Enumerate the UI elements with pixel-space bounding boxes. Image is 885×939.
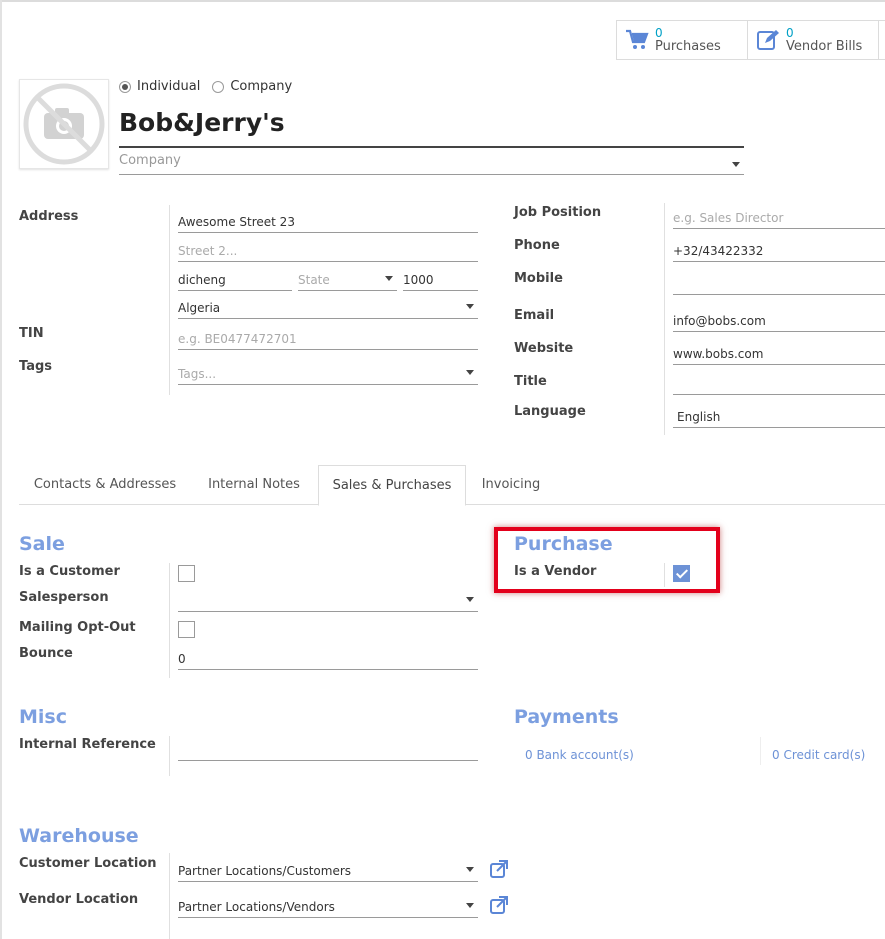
warehouse-group-divider (169, 853, 170, 939)
mailing-opt-out-label: Mailing Opt-Out (19, 620, 136, 635)
purchases-button[interactable]: 0 Purchases (616, 20, 748, 60)
tin-label: TIN (19, 326, 44, 341)
street-input[interactable]: Awesome Street 23 (178, 209, 478, 233)
title-label: Title (514, 374, 547, 389)
edit-bill-icon (757, 30, 779, 50)
customer-location-select[interactable]: Partner Locations/Customers (178, 858, 478, 882)
left-group-divider (169, 205, 170, 395)
company-radio[interactable]: Company (212, 79, 292, 94)
state-select[interactable]: State (298, 267, 397, 291)
language-select[interactable]: English (673, 404, 885, 428)
no-image-camera-icon (23, 83, 105, 165)
mobile-input[interactable] (673, 271, 885, 295)
salesperson-label: Salesperson (19, 590, 109, 605)
tin-input[interactable]: e.g. BE0477472701 (178, 326, 478, 350)
company-placeholder: Company (119, 153, 181, 168)
warehouse-section-title: Warehouse (19, 825, 139, 847)
email-input[interactable]: info@bobs.com (673, 308, 885, 332)
customer-location-value: Partner Locations/Customers (178, 864, 352, 878)
internal-reference-input[interactable] (178, 737, 478, 761)
credit-cards-link[interactable]: 0 Credit card(s) (772, 748, 865, 762)
vendor-bills-count: 0 (786, 26, 794, 40)
company-radio-dot[interactable] (212, 80, 225, 93)
sale-section-title: Sale (19, 533, 65, 555)
individual-label: Individual (137, 79, 201, 94)
title-select[interactable] (673, 371, 885, 395)
chevron-down-icon (466, 867, 474, 872)
chevron-down-icon (466, 903, 474, 908)
tags-select[interactable]: Tags... (178, 361, 478, 385)
vendor-location-select[interactable]: Partner Locations/Vendors (178, 894, 478, 918)
is-customer-label: Is a Customer (19, 564, 120, 579)
phone-label: Phone (514, 238, 560, 253)
website-input[interactable]: www.bobs.com (673, 341, 885, 365)
address-label: Address (19, 209, 79, 224)
avatar[interactable] (19, 79, 109, 169)
external-link-icon[interactable] (489, 859, 509, 879)
country-value: Algeria (178, 301, 221, 315)
bounce-input[interactable]: 0 (178, 646, 478, 670)
highlight-annotation-box (494, 527, 720, 593)
bank-accounts-link[interactable]: 0 Bank account(s) (525, 748, 634, 762)
country-select[interactable]: Algeria (178, 295, 478, 319)
smart-buttons: 0 Purchases 0 Vendor Bills (616, 20, 885, 60)
mailing-opt-out-checkbox[interactable] (178, 621, 195, 638)
chevron-down-icon (466, 370, 474, 375)
external-link-icon[interactable] (489, 895, 509, 915)
job-position-label: Job Position (514, 205, 602, 220)
window-left-border (0, 0, 2, 939)
notebook-tabs: Contacts & Addresses Internal Notes Sale… (19, 465, 885, 506)
chevron-down-icon (466, 597, 474, 602)
tab-invoicing[interactable]: Invoicing (466, 465, 556, 505)
misc-group-divider (169, 736, 170, 776)
zip-input[interactable]: 1000 (403, 267, 478, 291)
right-group-divider (664, 203, 665, 435)
tab-sales-purchases[interactable]: Sales & Purchases (318, 465, 466, 506)
chevron-down-icon (732, 162, 740, 167)
tab-internal-notes[interactable]: Internal Notes (191, 465, 317, 505)
email-label: Email (514, 308, 555, 323)
payments-divider (760, 737, 761, 765)
tags-placeholder: Tags... (178, 367, 217, 381)
window-top-border (0, 0, 885, 2)
internal-reference-label: Internal Reference (19, 737, 156, 752)
payments-section-title: Payments (514, 706, 619, 728)
partner-name-input[interactable]: Bob&Jerry's (119, 104, 744, 148)
purchases-label: Purchases (655, 39, 721, 54)
state-placeholder: State (298, 273, 330, 287)
cart-icon (626, 29, 649, 49)
vendor-location-label: Vendor Location (19, 892, 139, 907)
chevron-down-icon (385, 276, 393, 281)
tab-contacts-addresses[interactable]: Contacts & Addresses (19, 465, 191, 505)
vendor-location-value: Partner Locations/Vendors (178, 900, 335, 914)
salesperson-select[interactable] (178, 588, 478, 612)
street2-input[interactable]: Street 2... (178, 238, 478, 262)
individual-radio[interactable]: Individual (119, 79, 200, 94)
job-position-input[interactable]: e.g. Sales Director (673, 205, 885, 229)
bounce-label: Bounce (19, 646, 73, 661)
mobile-label: Mobile (514, 271, 563, 286)
more-button-edge[interactable] (879, 20, 885, 60)
company-label: Company (230, 79, 293, 94)
language-label: Language (514, 404, 586, 419)
vendor-bills-button[interactable]: 0 Vendor Bills (748, 20, 879, 60)
phone-input[interactable]: +32/43422332 (673, 238, 885, 262)
company-select[interactable]: Company (119, 153, 744, 175)
customer-location-label: Customer Location (19, 856, 157, 871)
individual-radio-dot[interactable] (119, 80, 131, 93)
city-input[interactable]: dicheng (178, 267, 292, 291)
sale-group-divider (169, 563, 170, 678)
misc-section-title: Misc (19, 706, 67, 728)
is-customer-checkbox[interactable] (178, 565, 195, 582)
vendor-bills-label: Vendor Bills (786, 39, 863, 54)
partner-type-radio: Individual Company (119, 79, 304, 94)
tags-label: Tags (19, 359, 53, 374)
purchases-count: 0 (655, 26, 663, 40)
website-label: Website (514, 341, 574, 356)
chevron-down-icon (466, 304, 474, 309)
